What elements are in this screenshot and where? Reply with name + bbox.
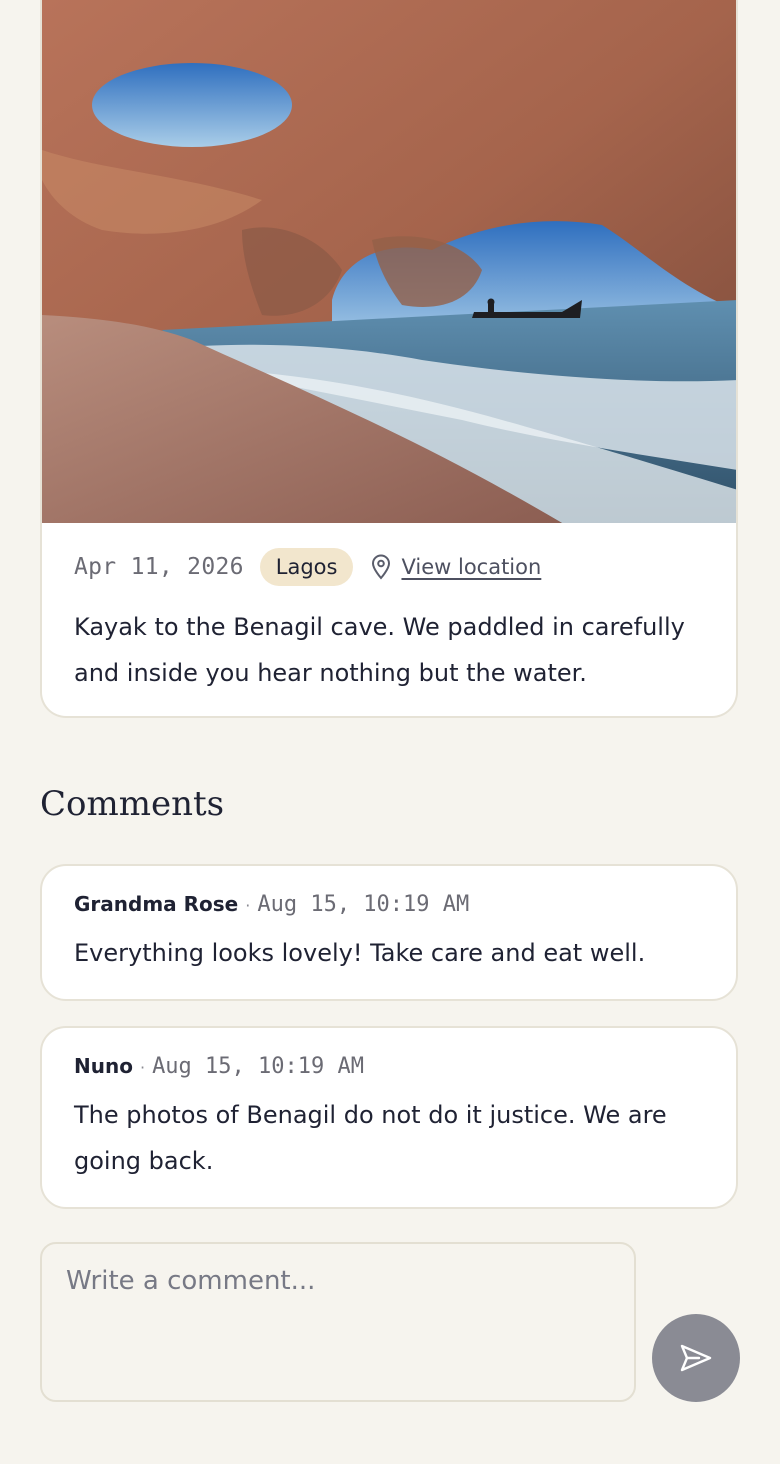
send-button[interactable]	[652, 1314, 740, 1402]
sea-cave-photo	[42, 0, 736, 523]
comment-author: Nuno	[74, 1054, 133, 1078]
comment-text: Everything looks lovely! Take care and e…	[74, 939, 646, 967]
post-photo[interactable]	[42, 0, 736, 523]
comments-heading: Comments	[40, 784, 225, 824]
comment-author: Grandma Rose	[74, 892, 239, 916]
comment-text: The photos of Benagil do not do it justi…	[74, 1101, 667, 1175]
post-text: Kayak to the Benagil cave. We paddled in…	[74, 613, 685, 687]
location-tag[interactable]: Lagos	[259, 548, 354, 586]
map-pin-icon	[369, 554, 393, 580]
comment-header: Nuno · Aug 15, 10:19 AM	[74, 1054, 364, 1079]
comment-time: Aug 15, 10:19 AM	[257, 892, 470, 917]
comment-separator: ·	[245, 896, 251, 915]
comment-card: Grandma Rose · Aug 15, 10:19 AM Everythi…	[40, 864, 738, 1001]
view-location-link[interactable]: View location	[401, 555, 541, 579]
post-meta: Apr 11, 2026 Lagos View location	[74, 546, 541, 588]
post-date: Apr 11, 2026	[74, 554, 244, 580]
comment-header: Grandma Rose · Aug 15, 10:19 AM	[74, 892, 469, 917]
comment-separator: ·	[139, 1058, 146, 1077]
comment-card: Nuno · Aug 15, 10:19 AM The photos of Be…	[40, 1026, 738, 1209]
comment-time: Aug 15, 10:19 AM	[152, 1054, 364, 1079]
post-card: Apr 11, 2026 Lagos View location Kayak t…	[40, 0, 738, 718]
comment-input[interactable]	[40, 1242, 636, 1402]
send-icon	[679, 1343, 713, 1373]
